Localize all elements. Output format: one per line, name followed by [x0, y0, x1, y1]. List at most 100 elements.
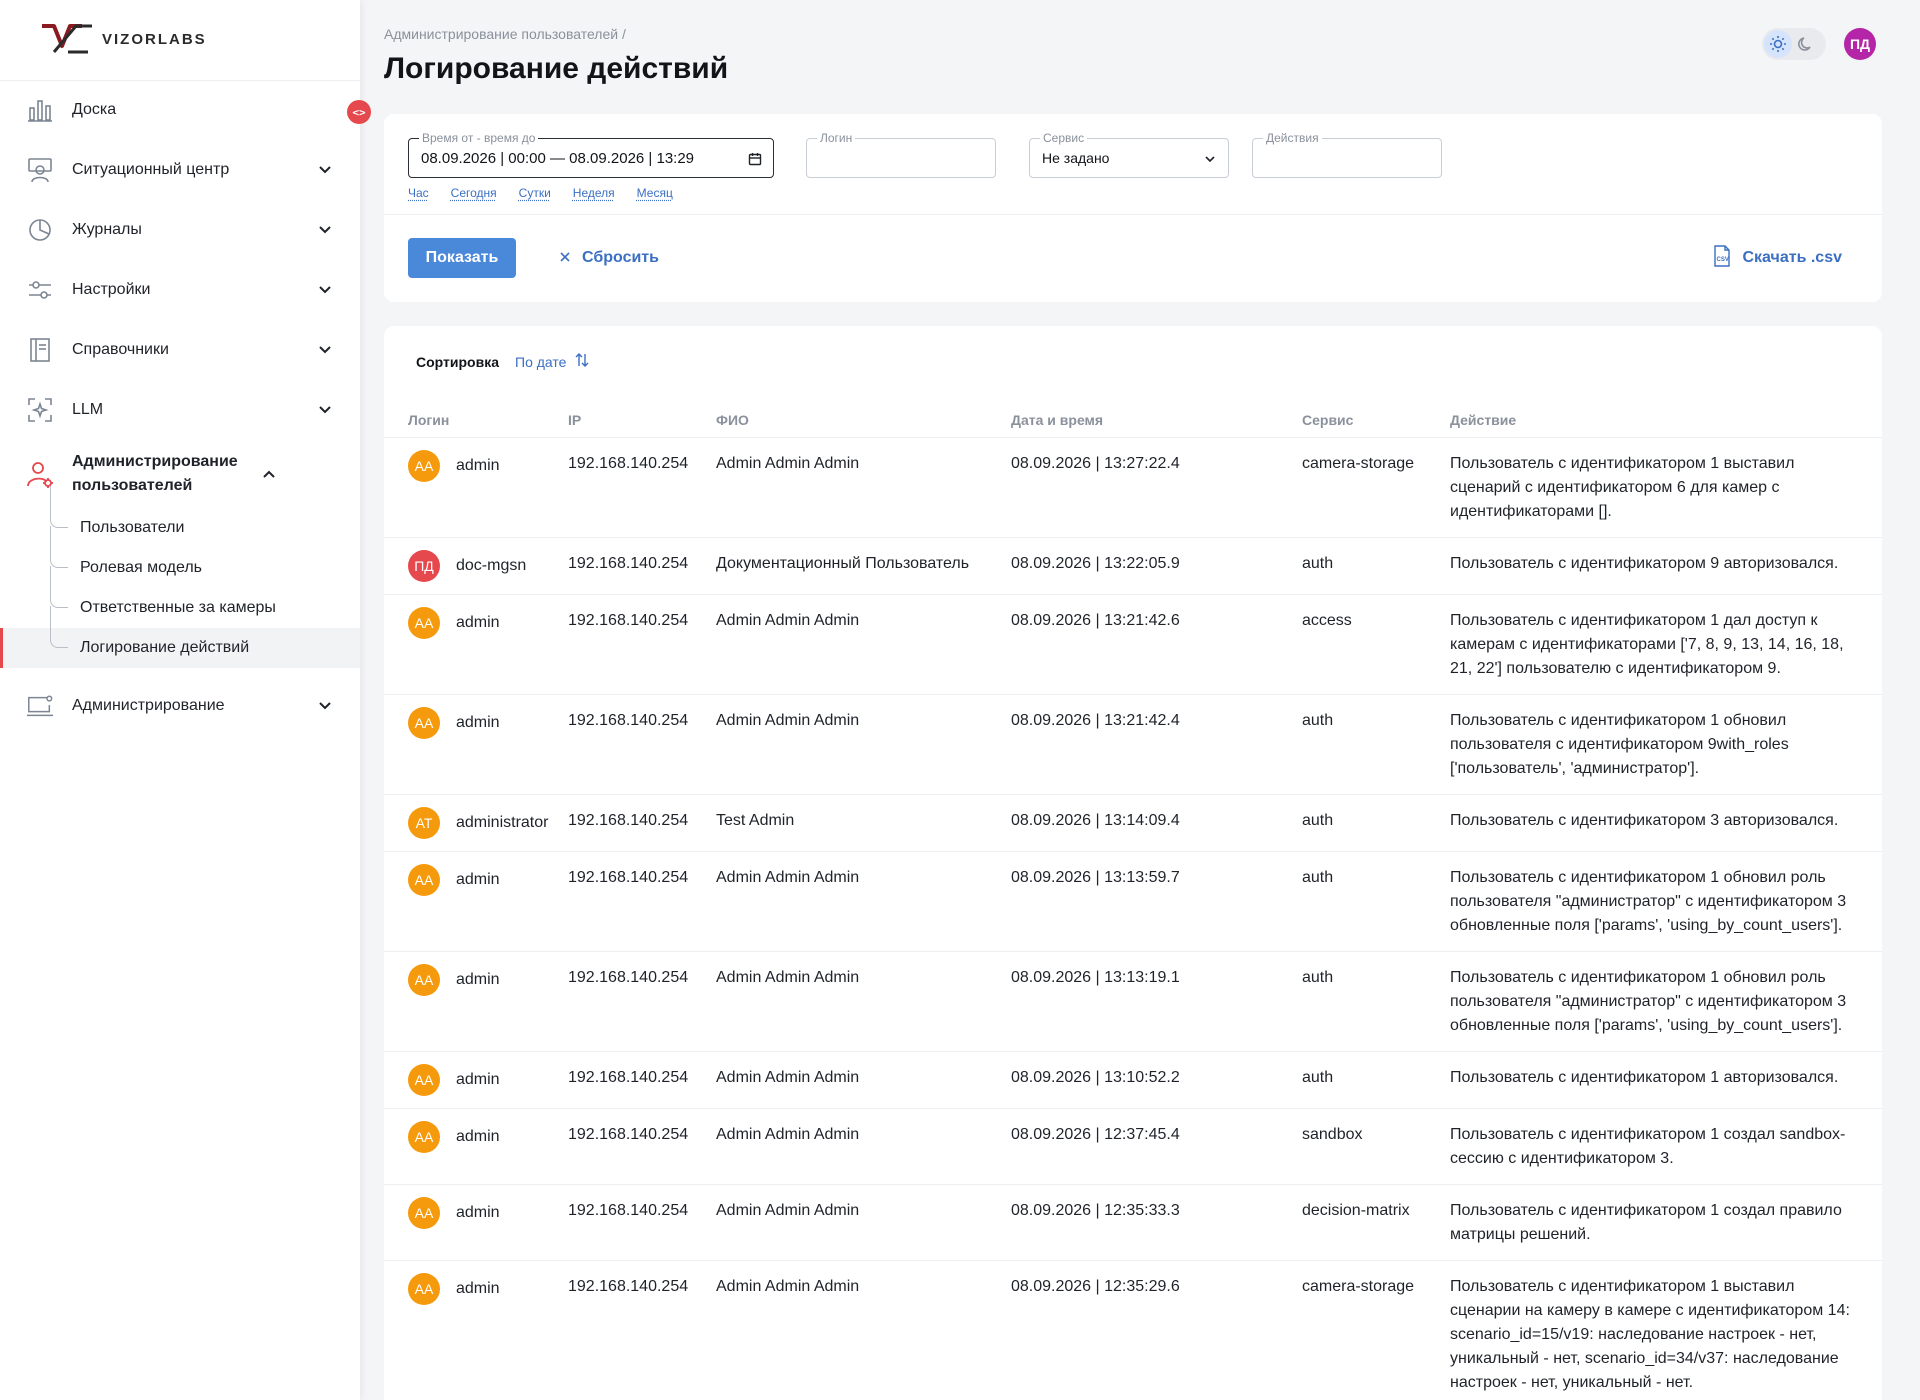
cell-action: Пользователь с идентификатором 1 создал …	[1450, 1123, 1860, 1171]
cell-datetime: 08.09.2026 | 13:27:22.4	[1011, 452, 1180, 476]
theme-toggle[interactable]	[1762, 28, 1826, 60]
quick-range-hour[interactable]: Час	[408, 186, 429, 200]
avatar: АА	[408, 964, 440, 996]
ai-frame-icon	[26, 396, 54, 424]
logo[interactable]: VIZORLABS	[40, 22, 207, 56]
csv-file-icon: CSV	[1712, 245, 1732, 272]
cell-datetime: 08.09.2026 | 13:21:42.4	[1011, 709, 1180, 733]
table-row[interactable]: АА admin 192.168.140.254 Admin Admin Admin 0…	[384, 852, 1882, 952]
log-table: Сортировка По дате Логин IP ФИО Дата и в…	[384, 326, 1882, 1400]
cell-service: auth	[1302, 1066, 1333, 1090]
date-range-field[interactable]: Время от - время до 08.09.2026 | 00:00 —…	[408, 138, 774, 178]
show-button[interactable]: Показать	[408, 238, 516, 278]
table-row[interactable]: АА admin 192.168.140.254 Admin Admin Admin 0…	[384, 595, 1882, 695]
login-label: Логин	[817, 131, 855, 145]
cell-login: АА admin	[408, 964, 500, 996]
column-header-service: Сервис	[1302, 412, 1353, 428]
sidebar-subitem-users[interactable]: Пользователи	[80, 508, 360, 548]
bar-chart-icon	[26, 96, 54, 124]
pie-chart-icon	[26, 216, 54, 244]
cell-service: auth	[1302, 866, 1333, 890]
sidebar-item-label: Справочники	[72, 341, 318, 359]
table-row[interactable]: АА admin 192.168.140.254 Admin Admin Admin 0…	[384, 438, 1882, 538]
reset-button[interactable]: Сбросить	[560, 238, 659, 278]
download-csv-button[interactable]: CSV Скачать .csv	[1712, 238, 1842, 278]
table-row[interactable]: ПД doc-mgsn 192.168.140.254 Документационны…	[384, 538, 1882, 595]
cell-datetime: 08.09.2026 | 13:21:42.6	[1011, 609, 1180, 633]
avatar: АТ	[408, 807, 440, 839]
sidebar-subitem-camera-owners[interactable]: Ответственные за камеры	[80, 588, 360, 628]
table-row[interactable]: АА admin 192.168.140.254 Admin Admin Admin 0…	[384, 1261, 1882, 1400]
quick-range-week[interactable]: Неделя	[573, 186, 615, 200]
service-select[interactable]: Сервис Не задано	[1029, 138, 1229, 178]
sun-icon[interactable]	[1764, 30, 1792, 58]
sidebar-item-administration[interactable]: Администрирование	[0, 676, 360, 736]
cell-ip: 192.168.140.254	[568, 1123, 688, 1147]
table-row[interactable]: АА admin 192.168.140.254 Admin Admin Admin 0…	[384, 1109, 1882, 1185]
cell-fio: Admin Admin Admin	[716, 1275, 1006, 1299]
moon-icon[interactable]	[1792, 30, 1820, 58]
sidebar-subitem-role-model[interactable]: Ролевая модель	[80, 548, 360, 588]
cell-login: АА admin	[408, 1273, 500, 1305]
book-icon	[26, 336, 54, 364]
cell-action: Пользователь с идентификатором 1 авториз…	[1450, 1066, 1860, 1090]
sidebar-item-references[interactable]: Справочники	[0, 320, 360, 380]
chevron-up-icon	[262, 467, 276, 481]
calendar-icon[interactable]	[747, 151, 763, 167]
date-range-value: 08.09.2026 | 00:00 — 08.09.2026 | 13:29	[421, 150, 694, 167]
cell-ip: 192.168.140.254	[568, 1199, 688, 1223]
tree-line	[50, 566, 68, 608]
table-row[interactable]: АТ administrator 192.168.140.254 Test Admin…	[384, 795, 1882, 852]
sidebar-item-label: Администрирование пользователей	[72, 450, 262, 498]
cell-ip: 192.168.140.254	[568, 866, 688, 890]
cell-action: Пользователь с идентификатором 3 авториз…	[1450, 809, 1860, 833]
sidebar-item-llm[interactable]: LLM	[0, 380, 360, 440]
sidebar-item-settings[interactable]: Настройки	[0, 260, 360, 320]
cell-service: access	[1302, 609, 1352, 633]
table-row[interactable]: АА admin 192.168.140.254 Admin Admin Admin 0…	[384, 695, 1882, 795]
action-field[interactable]: Действия	[1252, 138, 1442, 178]
table-row[interactable]: АА admin 192.168.140.254 Admin Admin Admin 0…	[384, 952, 1882, 1052]
sidebar-subitem-action-logging[interactable]: Логирование действий	[0, 628, 360, 668]
cell-service: camera-storage	[1302, 452, 1414, 476]
user-initials: ПД	[1850, 36, 1870, 52]
sort-arrows-icon[interactable]	[574, 352, 590, 373]
table-row[interactable]: АА admin 192.168.140.254 Admin Admin Admin 0…	[384, 1185, 1882, 1261]
login-text: administrator	[456, 811, 548, 835]
service-label: Сервис	[1040, 131, 1087, 145]
cell-service: auth	[1302, 809, 1333, 833]
user-avatar[interactable]: ПД	[1844, 28, 1876, 60]
quick-range-today[interactable]: Сегодня	[451, 186, 497, 200]
sidebar-subitem-label: Пользователи	[80, 519, 184, 537]
cell-action: Пользователь с идентификатором 1 выстави…	[1450, 1275, 1860, 1395]
avatar: АА	[408, 1273, 440, 1305]
cell-login: АА admin	[408, 864, 500, 896]
chevron-down-icon	[318, 343, 332, 357]
sidebar-item-dashboard[interactable]: Доска	[0, 80, 360, 140]
cell-action: Пользователь с идентификатором 1 обновил…	[1450, 966, 1860, 1038]
page-title: Логирование действий	[384, 52, 728, 86]
quick-range-month[interactable]: Месяц	[637, 186, 673, 200]
sidebar-item-situation-center[interactable]: Ситуационный центр	[0, 140, 360, 200]
avatar: ПД	[408, 550, 440, 582]
cell-fio: Admin Admin Admin	[716, 1123, 1006, 1147]
sidebar-collapse-button[interactable]: <>	[347, 100, 371, 124]
column-header-ip: IP	[568, 412, 581, 428]
cell-datetime: 08.09.2026 | 12:37:45.4	[1011, 1123, 1180, 1147]
sidebar-item-label: Настройки	[72, 281, 318, 299]
cell-ip: 192.168.140.254	[568, 809, 688, 833]
table-row[interactable]: АА admin 192.168.140.254 Admin Admin Admin 0…	[384, 1052, 1882, 1109]
chevron-down-icon	[318, 283, 332, 297]
cell-ip: 192.168.140.254	[568, 966, 688, 990]
column-header-action: Действие	[1450, 412, 1516, 428]
sort-control[interactable]: Сортировка По дате	[416, 350, 590, 374]
login-field[interactable]: Логин	[806, 138, 996, 178]
breadcrumb[interactable]: Администрирование пользователей /	[384, 26, 626, 42]
sidebar-item-journals[interactable]: Журналы	[0, 200, 360, 260]
sort-value[interactable]: По дате	[515, 354, 566, 370]
quick-range-links: Час Сегодня Сутки Неделя Месяц	[408, 186, 695, 200]
quick-range-day[interactable]: Сутки	[519, 186, 551, 200]
cell-action: Пользователь с идентификатором 1 обновил…	[1450, 866, 1860, 938]
avatar: АА	[408, 607, 440, 639]
cell-ip: 192.168.140.254	[568, 1066, 688, 1090]
